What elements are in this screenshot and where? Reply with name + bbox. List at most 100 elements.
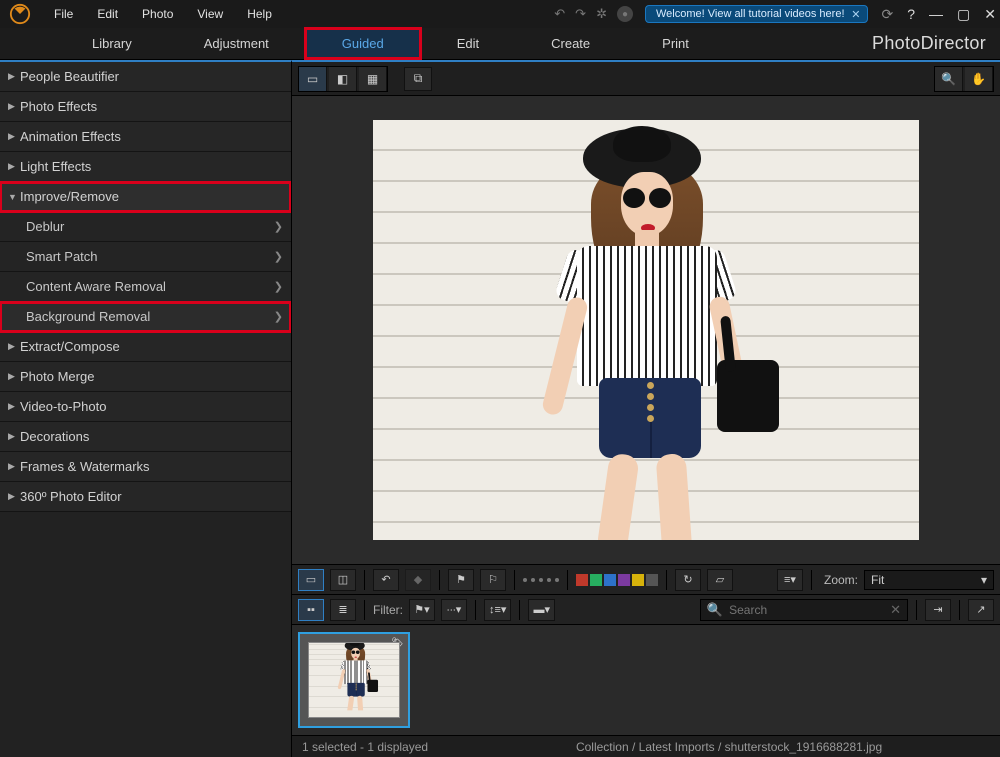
compare-icon[interactable]: ▱ (707, 569, 733, 591)
status-bar: 1 selected - 1 displayed Collection / La… (292, 735, 1000, 757)
list-view-icon[interactable]: ≣ (330, 599, 356, 621)
thumb-view-icon[interactable]: ▪▪ (298, 599, 324, 621)
cat-label: Light Effects (20, 159, 91, 174)
sort-icon[interactable]: ↕≡▾ (484, 599, 511, 621)
search-icon: 🔍 (707, 602, 723, 618)
cloud-icon[interactable]: ⟳ (882, 6, 894, 23)
chevron-right-icon: ❯ (274, 310, 283, 323)
main-menu: File Edit Photo View Help (44, 3, 282, 25)
close-button[interactable]: ✕ (984, 6, 996, 23)
minimize-button[interactable]: — (929, 6, 943, 22)
histogram-icon[interactable]: ≡▾ (777, 569, 803, 591)
export-icon[interactable]: ↗ (968, 599, 994, 621)
sub-smart-patch[interactable]: Smart Patch❯ (0, 242, 291, 272)
cat-frames-watermarks[interactable]: ▶Frames & Watermarks (0, 452, 291, 482)
filmstrip-panel: ▭ ◫ ↶ ◆ ⚑ ⚐ ↻ ▱ ≡▾ Zoom: Fit▾ (292, 564, 1000, 757)
filter-rating-icon[interactable]: ∙∙∙▾ (441, 599, 467, 621)
cat-video-to-photo[interactable]: ▶Video-to-Photo (0, 392, 291, 422)
color-labels[interactable] (576, 574, 658, 586)
cat-label: Decorations (20, 429, 89, 444)
cat-label: Video-to-Photo (20, 399, 107, 414)
photo-preview (373, 120, 919, 540)
help-icon[interactable]: ? (907, 6, 915, 22)
cat-label: Photo Effects (20, 99, 97, 114)
photo-canvas[interactable] (292, 96, 1000, 564)
cat-decorations[interactable]: ▶Decorations (0, 422, 291, 452)
cat-label: Improve/Remove (20, 189, 119, 204)
chevron-right-icon: ❯ (274, 280, 283, 293)
menu-file[interactable]: File (44, 3, 83, 25)
redo-icon[interactable]: ↷ (575, 6, 586, 22)
cat-360-photo-editor[interactable]: ▶360º Photo Editor (0, 482, 291, 512)
cat-photo-merge[interactable]: ▶Photo Merge (0, 362, 291, 392)
titlebar: File Edit Photo View Help ↶ ↷ ✲ ● Welcom… (0, 0, 1000, 28)
zoom-select[interactable]: Fit▾ (864, 570, 994, 590)
maximize-button[interactable]: ▢ (957, 6, 970, 23)
layout-single-icon[interactable]: ▭ (298, 569, 324, 591)
view-secondary-icon[interactable]: ⧉ (404, 67, 432, 91)
chevron-down-icon: ▾ (981, 573, 987, 587)
cat-label: 360º Photo Editor (20, 489, 122, 504)
cat-extract-compose[interactable]: ▶Extract/Compose (0, 332, 291, 362)
tab-create[interactable]: Create (515, 28, 626, 59)
search-box[interactable]: 🔍 ✕ (700, 599, 908, 621)
view-grid-icon[interactable]: ▦ (359, 67, 387, 91)
cat-people-beautifier[interactable]: ▶People Beautifier (0, 62, 291, 92)
filter-label: Filter: (373, 603, 403, 617)
sub-background-removal[interactable]: Background Removal❯ (0, 302, 291, 332)
import-icon[interactable]: ⇥ (925, 599, 951, 621)
menu-view[interactable]: View (187, 3, 233, 25)
breadcrumb-path: Collection / Latest Imports / shuttersto… (576, 740, 882, 754)
tab-adjustment[interactable]: Adjustment (168, 28, 305, 59)
cat-label: Frames & Watermarks (20, 459, 150, 474)
tab-guided[interactable]: Guided (305, 28, 421, 59)
sub-deblur[interactable]: Deblur❯ (0, 212, 291, 242)
cat-animation-effects[interactable]: ▶Animation Effects (0, 122, 291, 152)
cat-label: Photo Merge (20, 369, 94, 384)
pan-tool-icon[interactable]: ✋ (965, 67, 993, 91)
rotate-ccw-icon[interactable]: ↶ (373, 569, 399, 591)
main-pane: ▭ ◧ ▦ ⧉ 🔍 ✋ (292, 60, 1000, 757)
filmstrip-toolbar-2: ▪▪ ≣ Filter: ⚑▾ ∙∙∙▾ ↕≡▾ ▬▾ 🔍 ✕ ⇥ (292, 595, 1000, 625)
thumbnail-item[interactable]: 🏷 (298, 632, 410, 728)
sub-label: Deblur (26, 219, 274, 234)
tab-edit[interactable]: Edit (421, 28, 515, 59)
sub-content-aware-removal[interactable]: Content Aware Removal❯ (0, 272, 291, 302)
search-input[interactable] (729, 603, 884, 617)
settings-icon[interactable]: ✲ (596, 6, 607, 22)
cat-light-effects[interactable]: ▶Light Effects (0, 152, 291, 182)
crop-icon[interactable]: ◆ (405, 569, 431, 591)
view-single-icon[interactable]: ▭ (299, 67, 327, 91)
rotate-cw-icon[interactable]: ↻ (675, 569, 701, 591)
rating-dots[interactable] (523, 578, 559, 582)
canvas-toolbar: ▭ ◧ ▦ ⧉ 🔍 ✋ (292, 62, 1000, 96)
chevron-right-icon: ❯ (274, 250, 283, 263)
welcome-banner[interactable]: Welcome! View all tutorial videos here! … (645, 5, 868, 23)
layout-split-icon[interactable]: ◫ (330, 569, 356, 591)
menu-photo[interactable]: Photo (132, 3, 183, 25)
app-logo (4, 0, 36, 28)
clear-search-icon[interactable]: ✕ (890, 602, 901, 618)
sub-label: Background Removal (26, 309, 274, 324)
cat-label: Animation Effects (20, 129, 121, 144)
flag-icon[interactable]: ⚑ (448, 569, 474, 591)
sub-label: Content Aware Removal (26, 279, 274, 294)
filter-flags-icon[interactable]: ⚑▾ (409, 599, 435, 621)
stack-icon[interactable]: ▬▾ (528, 599, 555, 621)
zoom-label: Zoom: (824, 573, 858, 587)
zoom-tool-icon[interactable]: 🔍 (935, 67, 963, 91)
view-compare-icon[interactable]: ◧ (329, 67, 357, 91)
cat-label: Extract/Compose (20, 339, 120, 354)
undo-icon[interactable]: ↶ (554, 6, 565, 22)
tab-library[interactable]: Library (56, 28, 168, 59)
close-icon[interactable]: ✕ (851, 8, 860, 21)
menu-help[interactable]: Help (237, 3, 282, 25)
workspace-tabs: Library Adjustment Guided Edit Create Pr… (0, 28, 1000, 60)
tab-print[interactable]: Print (626, 28, 725, 59)
cat-improve-remove[interactable]: ▼Improve/Remove (0, 182, 291, 212)
unflag-icon[interactable]: ⚐ (480, 569, 506, 591)
menu-edit[interactable]: Edit (87, 3, 128, 25)
notifications-icon[interactable]: ● (617, 6, 633, 22)
cat-label: People Beautifier (20, 69, 119, 84)
cat-photo-effects[interactable]: ▶Photo Effects (0, 92, 291, 122)
